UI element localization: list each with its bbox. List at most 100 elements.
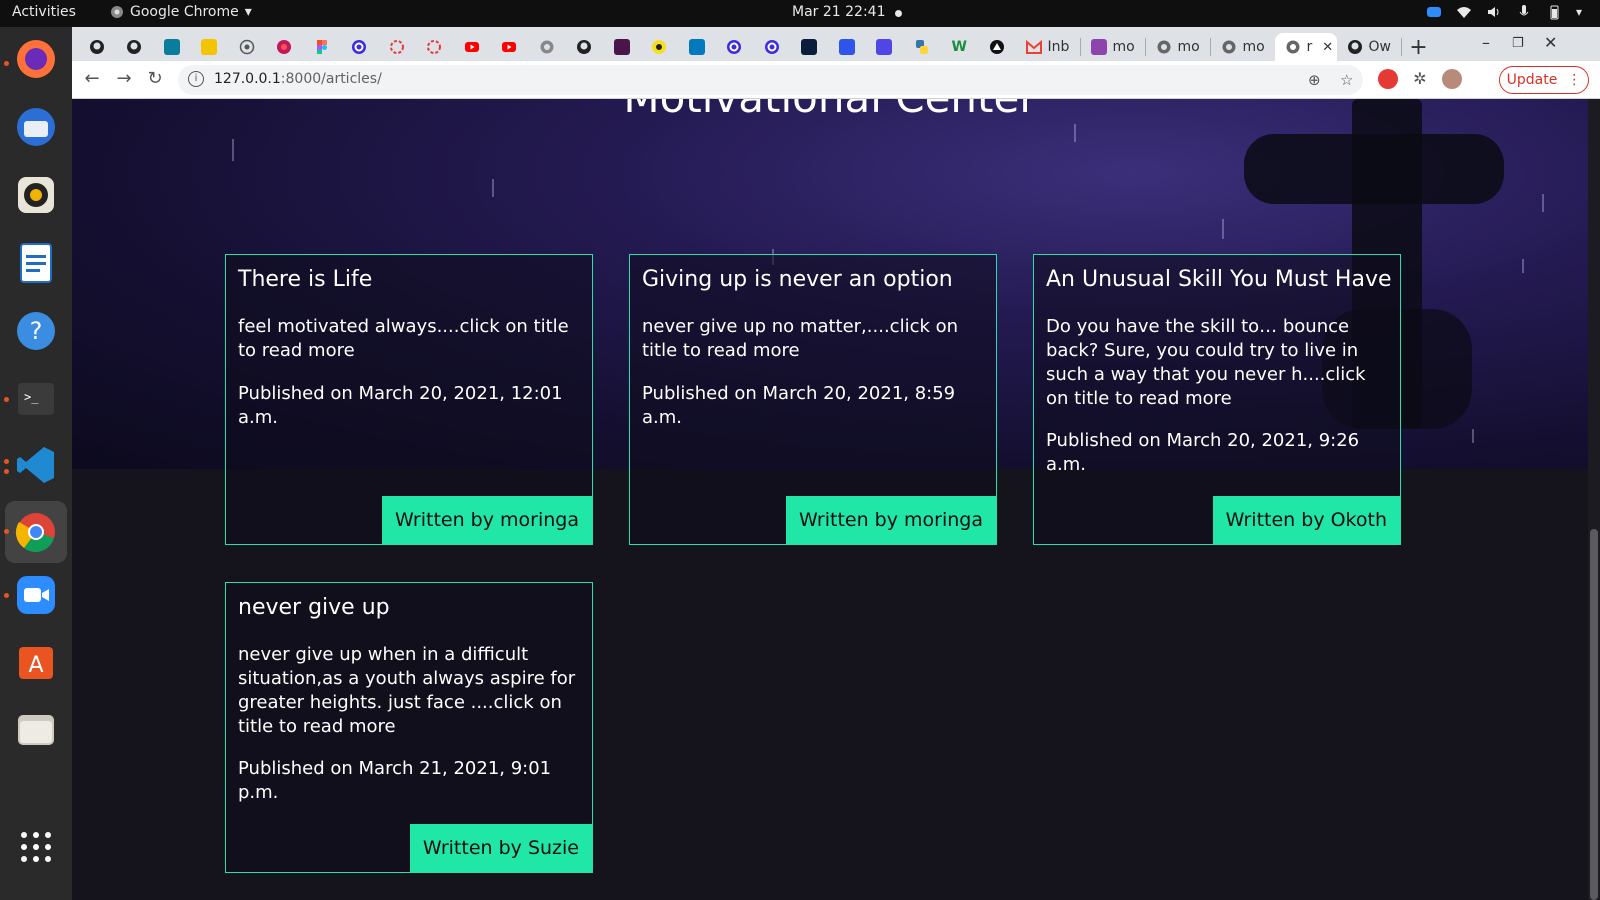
close-tab-icon[interactable]: ✕: [1322, 40, 1333, 55]
tab[interactable]: Ow: [1337, 33, 1401, 61]
running-indicator: [4, 593, 9, 598]
extension-icon[interactable]: [1378, 69, 1398, 89]
minimize-icon[interactable]: –: [1482, 33, 1490, 52]
tab[interactable]: [303, 33, 341, 61]
url-text[interactable]: 127.0.0.1:8000/articles/: [214, 71, 382, 87]
github-icon: [89, 40, 104, 54]
wifi-icon[interactable]: [1456, 4, 1472, 20]
system-tray[interactable]: ▾: [1426, 4, 1582, 20]
article-excerpt: Do you have the skill to… bounce back? S…: [1046, 316, 1366, 409]
writer-launcher[interactable]: [12, 239, 60, 287]
avatar[interactable]: [1442, 69, 1462, 89]
close-window-icon[interactable]: ✕: [1544, 33, 1557, 52]
article-excerpt: never give up no matter,....click on tit…: [642, 316, 959, 361]
tab[interactable]: Inb: [1016, 33, 1080, 61]
tab[interactable]: mo: [1146, 33, 1210, 61]
bookmark-star-icon[interactable]: ☆: [1340, 71, 1353, 89]
youtube-icon: [502, 42, 517, 52]
help-icon: ?: [17, 312, 55, 350]
firefox-icon: [17, 40, 55, 78]
puzzle-icon[interactable]: ✲: [1410, 69, 1430, 89]
restore-icon[interactable]: ❐: [1512, 36, 1524, 51]
article-excerpt: feel motivated always....click on title …: [238, 316, 569, 361]
app-menu[interactable]: Google Chrome ▾: [110, 4, 252, 20]
reload-icon[interactable]: ↻: [143, 68, 167, 89]
zoom-launcher[interactable]: [12, 571, 60, 619]
software-launcher[interactable]: A: [12, 637, 60, 685]
tab[interactable]: [603, 33, 641, 61]
article-date: Published on March 20, 2021, 9:26 a.m.: [1046, 430, 1360, 475]
firefox-launcher[interactable]: [12, 35, 60, 83]
tab[interactable]: [903, 33, 941, 61]
globe-icon: [1157, 40, 1170, 54]
tab[interactable]: [678, 33, 716, 61]
article-title-link[interactable]: An Unusual Skill You Must Have: [1046, 267, 1392, 292]
tab[interactable]: [528, 33, 566, 61]
tab[interactable]: [491, 33, 529, 61]
tab[interactable]: [828, 33, 866, 61]
chrome-launcher[interactable]: [5, 501, 67, 563]
rain-streak: [492, 179, 494, 197]
tab-label: Ow: [1368, 39, 1391, 55]
tab[interactable]: [266, 33, 304, 61]
terminal-launcher[interactable]: >_: [12, 375, 60, 423]
microphone-icon[interactable]: [1516, 4, 1532, 20]
author-badge: Written by Okoth: [1212, 496, 1400, 544]
tab[interactable]: [416, 33, 454, 61]
tab[interactable]: [716, 33, 754, 61]
running-indicator: [4, 469, 9, 474]
page-scrollbar[interactable]: [1588, 99, 1600, 900]
tab[interactable]: [978, 33, 1016, 61]
article-title-link[interactable]: Giving up is never an option: [642, 267, 953, 292]
w-icon: W: [951, 39, 967, 55]
tab[interactable]: [453, 33, 491, 61]
running-indicator: [4, 397, 9, 402]
battery-icon[interactable]: [1546, 4, 1562, 20]
files-launcher[interactable]: [12, 705, 60, 753]
rhythmbox-launcher[interactable]: [12, 171, 60, 219]
tab[interactable]: [378, 33, 416, 61]
tab[interactable]: mo: [1211, 33, 1275, 61]
tab-active[interactable]: r ✕: [1274, 33, 1337, 61]
tab[interactable]: [78, 33, 116, 61]
tab[interactable]: [753, 33, 791, 61]
app-grid-button[interactable]: [12, 823, 60, 871]
update-label: Update: [1506, 72, 1558, 88]
zoom-icon[interactable]: ⊕: [1308, 71, 1321, 89]
tab[interactable]: [191, 33, 229, 61]
grid-icon: [21, 832, 51, 862]
tab[interactable]: [791, 33, 829, 61]
vscode-launcher[interactable]: [12, 441, 60, 489]
tab[interactable]: [866, 33, 904, 61]
tab[interactable]: W: [941, 33, 979, 61]
update-button[interactable]: Update ⋮: [1499, 66, 1589, 94]
rain-streak: [1074, 124, 1076, 142]
back-arrow-icon[interactable]: ←: [80, 68, 104, 89]
volume-icon[interactable]: [1486, 4, 1502, 20]
tab[interactable]: [228, 33, 266, 61]
article-title-link[interactable]: There is Life: [238, 267, 372, 292]
new-tab-button[interactable]: +: [1402, 35, 1436, 60]
tab[interactable]: [116, 33, 154, 61]
address-bar[interactable]: i 127.0.0.1:8000/articles/ ⊕ ☆: [178, 65, 1363, 95]
info-icon[interactable]: i: [188, 71, 204, 87]
vscode-icon: [17, 447, 54, 483]
help-launcher[interactable]: ?: [12, 307, 60, 355]
article-title-link[interactable]: never give up: [238, 595, 390, 620]
chrome-icon: [15, 513, 55, 553]
scrollbar-thumb[interactable]: [1590, 529, 1598, 900]
tab[interactable]: [341, 33, 379, 61]
tab[interactable]: [641, 33, 679, 61]
author-badge: Written by moringa: [381, 496, 592, 544]
tab[interactable]: [153, 33, 191, 61]
forward-arrow-icon[interactable]: →: [112, 68, 136, 89]
article-date: Published on March 20, 2021, 12:01 a.m.: [238, 383, 563, 428]
tab[interactable]: [566, 33, 604, 61]
thunderbird-launcher[interactable]: [12, 103, 60, 151]
activities-button[interactable]: Activities: [12, 4, 76, 20]
clock[interactable]: Mar 21 22:41: [792, 4, 885, 20]
chevron-down-icon[interactable]: ▾: [1576, 5, 1582, 19]
tab-label: Inb: [1047, 39, 1070, 55]
zoom-tray-icon[interactable]: [1426, 4, 1442, 20]
tab[interactable]: mo: [1081, 33, 1145, 61]
